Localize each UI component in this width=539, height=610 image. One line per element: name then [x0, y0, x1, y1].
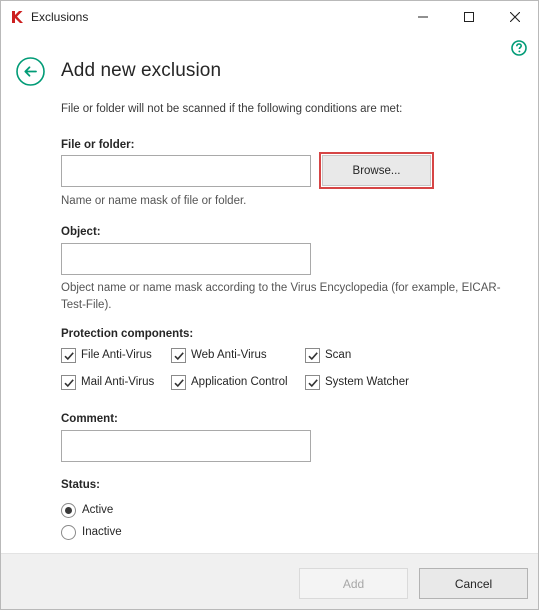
checkbox-system-watcher[interactable]: System Watcher	[305, 373, 409, 391]
object-hint-line-1: Object name or name mask according to th…	[61, 282, 501, 294]
help-icon[interactable]	[511, 40, 527, 56]
kaspersky-logo-icon	[10, 10, 24, 24]
checkbox-application-control[interactable]: Application Control	[171, 373, 288, 391]
checkbox-label: Scan	[325, 349, 352, 361]
radio-button[interactable]	[61, 524, 76, 540]
radio-active[interactable]: Active	[61, 501, 113, 519]
minimize-icon	[418, 16, 428, 18]
checkmark-icon	[64, 378, 74, 387]
checkbox-label: System Watcher	[325, 376, 409, 388]
window-title: Exclusions	[31, 10, 89, 24]
add-button[interactable]: Add	[299, 568, 408, 599]
checkbox-label: File Anti-Virus	[81, 349, 152, 361]
close-icon	[510, 12, 520, 22]
checkbox-label: Mail Anti-Virus	[81, 376, 155, 388]
checkbox-box[interactable]	[305, 347, 320, 363]
browse-button[interactable]: Browse...	[322, 155, 431, 186]
checkbox-box[interactable]	[61, 374, 76, 390]
comment-input[interactable]	[61, 430, 311, 462]
exclusions-window: Exclusions Add new exclusion File or fol…	[0, 0, 539, 610]
close-button[interactable]	[492, 1, 538, 33]
back-arrow-icon	[16, 57, 45, 86]
protection-components-label: Protection components:	[61, 328, 194, 340]
checkbox-box[interactable]	[171, 347, 186, 363]
object-label: Object:	[61, 226, 101, 238]
object-input[interactable]	[61, 243, 311, 275]
status-label: Status:	[61, 479, 100, 491]
cancel-button[interactable]: Cancel	[419, 568, 528, 599]
checkbox-web-anti-virus[interactable]: Web Anti-Virus	[171, 346, 267, 364]
object-hint-line-2: Test-File).	[61, 299, 112, 311]
page-title: Add new exclusion	[61, 60, 222, 81]
comment-label: Comment:	[61, 413, 118, 425]
description-text: File or folder will not be scanned if th…	[61, 103, 403, 115]
checkbox-box[interactable]	[171, 374, 186, 390]
file-or-folder-input[interactable]	[61, 155, 311, 187]
checkmark-icon	[174, 378, 184, 387]
radio-label: Inactive	[82, 526, 122, 538]
radio-label: Active	[82, 504, 114, 516]
checkbox-box[interactable]	[305, 374, 320, 390]
checkmark-icon	[174, 351, 184, 360]
checkbox-label: Application Control	[191, 376, 288, 388]
maximize-button[interactable]	[446, 1, 492, 33]
back-button[interactable]	[16, 57, 45, 86]
file-or-folder-hint: Name or name mask of file or folder.	[61, 195, 247, 207]
checkbox-label: Web Anti-Virus	[191, 349, 267, 361]
maximize-icon	[464, 12, 474, 22]
radio-button[interactable]	[61, 502, 76, 518]
minimize-button[interactable]	[400, 1, 446, 33]
title-bar: Exclusions	[1, 1, 538, 33]
file-or-folder-label: File or folder:	[61, 139, 135, 151]
checkbox-file-anti-virus[interactable]: File Anti-Virus	[61, 346, 152, 364]
checkbox-scan[interactable]: Scan	[305, 346, 351, 364]
checkbox-mail-anti-virus[interactable]: Mail Anti-Virus	[61, 373, 154, 391]
checkbox-box[interactable]	[61, 347, 76, 363]
checkmark-icon	[64, 351, 74, 360]
checkmark-icon	[308, 378, 318, 387]
radio-inactive[interactable]: Inactive	[61, 523, 122, 541]
radio-selected-dot	[65, 506, 72, 514]
checkmark-icon	[308, 351, 318, 360]
